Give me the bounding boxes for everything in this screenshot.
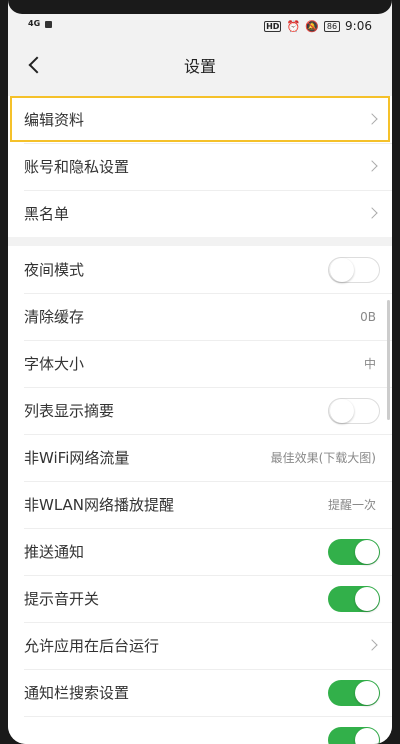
font-size-value: 中 — [363, 357, 376, 371]
non-wifi-traffic-value: 最佳效果(下载大图) — [270, 451, 376, 465]
settings-item-sound[interactable]: 提示音开关 — [8, 575, 392, 622]
settings-item-label: 编辑资料 — [24, 111, 85, 129]
page-header: 设置 — [8, 42, 392, 88]
settings-item-partial[interactable] — [8, 716, 392, 744]
settings-item-account-privacy[interactable]: 账号和隐私设置 — [8, 143, 392, 190]
settings-item-blacklist[interactable]: 黑名单 — [8, 190, 392, 237]
page-title: 设置 — [183, 57, 216, 76]
chevron-right-icon — [368, 641, 378, 651]
mute-icon: 🔕 — [305, 19, 319, 33]
settings-item-label: 提示音开关 — [24, 590, 100, 608]
push-notification-toggle[interactable] — [328, 538, 380, 565]
settings-item-label: 推送通知 — [24, 543, 85, 561]
alarm-icon: ⏰ — [286, 19, 301, 33]
hd-icon: HD — [264, 20, 282, 32]
settings-item-label: 非WLAN网络播放提醒 — [24, 496, 175, 514]
chevron-right-icon — [368, 162, 378, 172]
non-wlan-play-alert-value: 提醒一次 — [327, 498, 376, 512]
settings-item-label: 通知栏搜索设置 — [24, 684, 130, 702]
settings-item-background-run[interactable]: 允许应用在后台运行 — [8, 622, 392, 669]
settings-item-push-notification[interactable]: 推送通知 — [8, 528, 392, 575]
settings-item-night-mode[interactable]: 夜间模式 — [8, 246, 392, 293]
settings-item-clear-cache[interactable]: 清除缓存 0B — [8, 293, 392, 340]
settings-item-label: 夜间模式 — [24, 261, 85, 279]
settings-item-non-wlan-play-alert[interactable]: 非WLAN网络播放提醒 提醒一次 — [8, 481, 392, 528]
settings-item-edit-profile[interactable]: 编辑资料 — [8, 96, 392, 143]
sound-toggle[interactable] — [328, 585, 380, 612]
signal-icon: 4G — [28, 19, 41, 28]
back-icon[interactable] — [22, 52, 50, 80]
cache-size-value: 0B — [360, 309, 376, 324]
partial-toggle[interactable] — [328, 726, 380, 744]
settings-item-label: 允许应用在后台运行 — [24, 637, 160, 655]
phone-screen: 4G HD ⏰ 🔕 86 9:06 设置 编辑资料 账号和隐私设置 黑名单 夜间… — [8, 0, 392, 744]
settings-item-label: 清除缓存 — [24, 308, 85, 326]
settings-item-label: 列表显示摘要 — [24, 402, 115, 420]
settings-item-label: 黑名单 — [24, 205, 70, 223]
settings-item-font-size[interactable]: 字体大小 中 — [8, 340, 392, 387]
settings-group-general: 夜间模式 清除缓存 0B 字体大小 中 列表显示摘要 非WiFi网络流量 最佳效… — [8, 246, 392, 744]
night-mode-toggle[interactable] — [328, 256, 380, 283]
settings-item-list-summary[interactable]: 列表显示摘要 — [8, 387, 392, 434]
battery-icon: 86 — [323, 20, 341, 32]
notification-icon — [45, 20, 53, 28]
settings-item-label: 非WiFi网络流量 — [24, 449, 130, 467]
settings-item-label: 字体大小 — [24, 355, 85, 373]
chevron-right-icon — [368, 115, 378, 125]
chevron-right-icon — [368, 209, 378, 219]
status-bar: 4G HD ⏰ 🔕 86 9:06 — [8, 16, 392, 38]
settings-item-non-wifi-traffic[interactable]: 非WiFi网络流量 最佳效果(下载大图) — [8, 434, 392, 481]
list-summary-toggle[interactable] — [328, 397, 380, 424]
scrollbar[interactable] — [387, 300, 390, 420]
notification-search-toggle[interactable] — [328, 679, 380, 706]
settings-item-notification-search[interactable]: 通知栏搜索设置 — [8, 669, 392, 716]
status-time: 9:06 — [345, 19, 372, 33]
settings-group-account: 编辑资料 账号和隐私设置 黑名单 — [8, 96, 392, 237]
settings-item-label: 账号和隐私设置 — [24, 158, 130, 176]
